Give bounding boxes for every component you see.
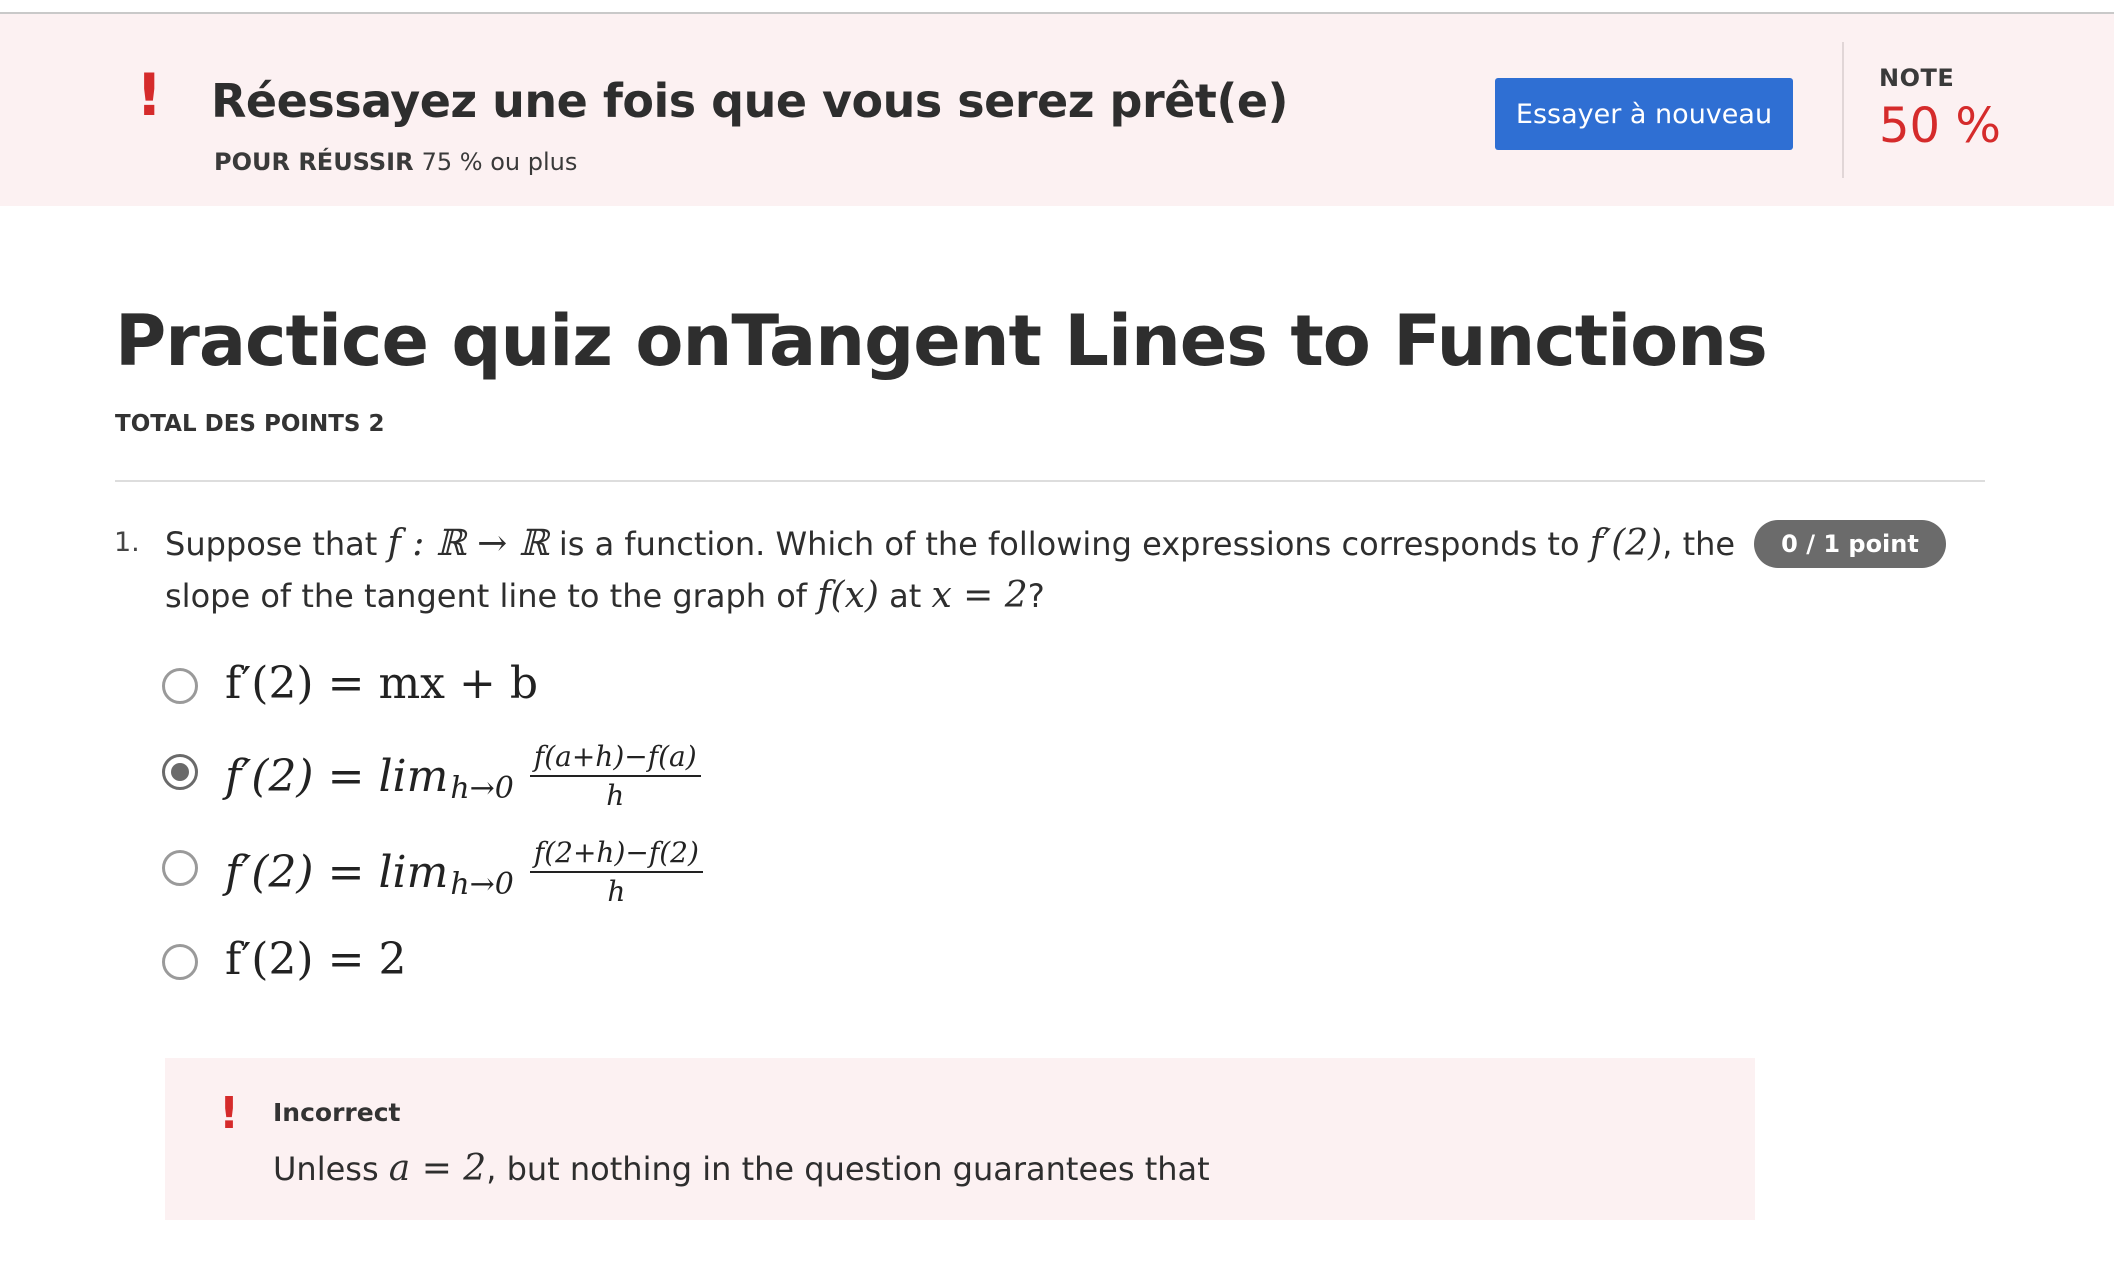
math-derivative: f′(2) xyxy=(1589,523,1663,564)
math-fx: f(x) xyxy=(817,575,879,616)
score-badge: 0 / 1 point xyxy=(1754,520,1946,568)
radio-button[interactable] xyxy=(162,668,198,704)
math-function-map: f : ℝ → ℝ xyxy=(387,523,549,564)
banner-headline: Réessayez une fois que vous serez prêt(e… xyxy=(211,74,1289,128)
pass-requirement: POUR RÉUSSIR 75 % ou plus xyxy=(214,148,577,176)
total-points: TOTAL DES POINTS 2 xyxy=(115,411,385,437)
answer-option-2[interactable]: f′(2) = lim h→0 f(a+h)−f(a) h xyxy=(160,740,1060,812)
retry-banner: ! Réessayez une fois que vous serez prêt… xyxy=(0,14,2114,206)
answer-option-4[interactable]: f′(2) = 2 xyxy=(160,934,1060,1004)
feedback-box: ! Incorrect Unless a = 2, but nothing in… xyxy=(165,1058,1755,1220)
math-a-equals-2: a = 2 xyxy=(388,1148,487,1189)
banner-divider xyxy=(1842,42,1844,178)
quiz-title: Practice quiz onTangent Lines to Functio… xyxy=(115,300,1768,382)
option-formula: f′(2) = lim h→0 f(2+h)−f(2) h xyxy=(225,836,703,908)
grade-label: NOTE xyxy=(1879,64,1955,92)
section-divider xyxy=(115,480,1985,482)
question-text: Suppose that f : ℝ → ℝ is a function. Wh… xyxy=(165,523,1736,616)
option-formula: f′(2) = 2 xyxy=(225,934,407,985)
retry-button[interactable]: Essayer à nouveau xyxy=(1495,78,1793,150)
radio-button[interactable] xyxy=(162,850,198,886)
feedback-text: Unless a = 2, but nothing in the questio… xyxy=(273,1148,1210,1189)
feedback-title: Incorrect xyxy=(273,1098,401,1127)
grade-value: 50 % xyxy=(1879,98,2001,154)
pass-value: 75 % ou plus xyxy=(421,148,578,176)
answer-option-3[interactable]: f′(2) = lim h→0 f(2+h)−f(2) h xyxy=(160,836,1060,908)
pass-label: POUR RÉUSSIR xyxy=(214,148,414,176)
option-formula: f′(2) = lim h→0 f(a+h)−f(a) h xyxy=(225,740,701,812)
radio-button[interactable] xyxy=(162,944,198,980)
exclamation-icon: ! xyxy=(219,1088,240,1139)
radio-button-selected[interactable] xyxy=(162,754,198,790)
exclamation-icon: ! xyxy=(136,61,163,129)
math-x-equals-2: x = 2 xyxy=(931,575,1028,616)
option-formula: f′(2) = mx + b xyxy=(225,658,538,709)
answer-option-1[interactable]: f′(2) = mx + b xyxy=(160,652,1060,722)
question-number: 1. xyxy=(114,527,140,558)
